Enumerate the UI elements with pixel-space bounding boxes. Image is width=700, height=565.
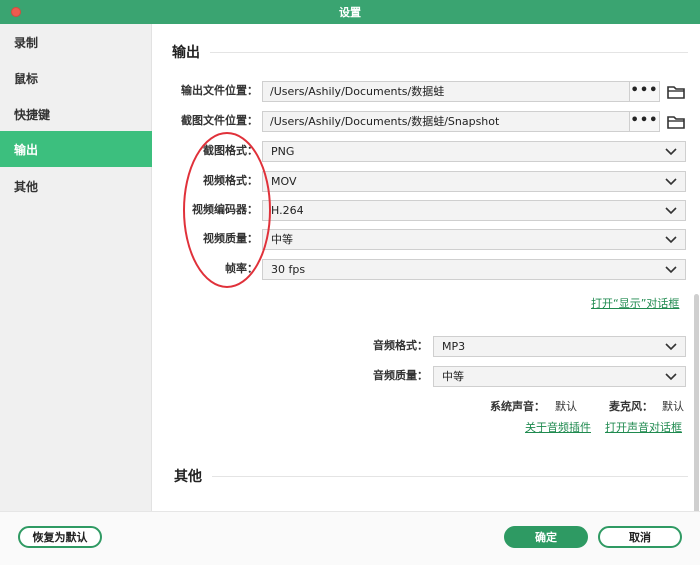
video-quality-label: 视频质量： — [203, 232, 258, 245]
snapshot-location-label: 截图文件位置： — [181, 114, 258, 127]
sidebar-item-shortcuts[interactable]: 快捷键 — [0, 96, 152, 132]
frame-rate-label: 帧率： — [225, 262, 258, 275]
video-codec-select[interactable]: H.264 — [262, 200, 686, 221]
close-window-button[interactable] — [11, 7, 21, 17]
audio-quality-select[interactable]: 中等 — [433, 366, 686, 387]
audio-format-label: 音频格式： — [373, 339, 428, 352]
about-audio-plugin-link[interactable]: 关于音频插件 — [525, 419, 591, 435]
screenshot-format-label: 截图格式： — [203, 144, 258, 157]
audio-quality-value: 中等 — [442, 370, 464, 383]
video-codec-value: H.264 — [271, 204, 304, 217]
cancel-button[interactable]: 取消 — [598, 526, 682, 548]
frame-rate-value: 30 fps — [271, 263, 306, 276]
section-divider — [212, 476, 688, 477]
sidebar-item-record[interactable]: 录制 — [0, 24, 152, 60]
snapshot-folder-icon[interactable] — [667, 115, 685, 129]
video-format-value: MOV — [271, 175, 297, 188]
system-sound-label: 系统声音： — [490, 400, 545, 413]
chevron-down-icon — [665, 373, 677, 381]
output-location-label: 输出文件位置： — [181, 84, 258, 97]
audio-format-value: MP3 — [442, 340, 466, 353]
output-folder-icon[interactable] — [667, 85, 685, 99]
sidebar-item-mouse[interactable]: 鼠标 — [0, 60, 152, 96]
open-sound-dialog-link[interactable]: 打开声音对话框 — [605, 419, 682, 435]
title-bar: 设置 — [0, 0, 700, 24]
settings-window: 设置 录制 鼠标 快捷键 输出 其他 输出 输出文件位置： /Users/Ash… — [0, 0, 700, 565]
microphone-label: 麦克风： — [609, 400, 653, 413]
video-format-label: 视频格式： — [203, 174, 258, 187]
reset-default-button[interactable]: 恢复为默认 — [18, 526, 102, 548]
snapshot-location-field[interactable]: /Users/Ashily/Documents/数据蛙/Snapshot — [262, 111, 630, 132]
audio-format-select[interactable]: MP3 — [433, 336, 686, 357]
screenshot-format-select[interactable]: PNG — [262, 141, 686, 162]
video-quality-value: 中等 — [271, 233, 293, 246]
microphone-value: 默认 — [662, 400, 684, 413]
window-title: 设置 — [339, 6, 361, 19]
chevron-down-icon — [665, 343, 677, 351]
audio-quality-label: 音频质量： — [373, 369, 428, 382]
chevron-down-icon — [665, 266, 677, 274]
sidebar-item-output[interactable]: 输出 — [0, 131, 152, 167]
system-sound-value: 默认 — [555, 400, 577, 413]
chevron-down-icon — [665, 178, 677, 186]
frame-rate-select[interactable]: 30 fps — [262, 259, 686, 280]
screenshot-format-value: PNG — [271, 145, 295, 158]
chevron-down-icon — [665, 236, 677, 244]
footer: 恢复为默认 确定 取消 — [0, 511, 700, 565]
video-format-select[interactable]: MOV — [262, 171, 686, 192]
open-display-dialog-link[interactable]: 打开“显示”对话框 — [591, 295, 679, 311]
sidebar: 录制 鼠标 快捷键 输出 其他 — [0, 24, 152, 511]
chevron-down-icon — [665, 148, 677, 156]
section-title-other: 其他 — [174, 469, 202, 485]
video-quality-select[interactable]: 中等 — [262, 229, 686, 250]
output-location-field[interactable]: /Users/Ashily/Documents/数据蛙 — [262, 81, 630, 102]
ok-button[interactable]: 确定 — [504, 526, 588, 548]
settings-content: 输出 输出文件位置： /Users/Ashily/Documents/数据蛙 •… — [152, 24, 700, 511]
chevron-down-icon — [665, 207, 677, 215]
snapshot-location-browse-button[interactable]: ••• — [629, 111, 660, 132]
output-location-browse-button[interactable]: ••• — [629, 81, 660, 102]
sidebar-item-other[interactable]: 其他 — [0, 168, 152, 204]
vertical-scrollbar[interactable] — [694, 294, 699, 511]
video-codec-label: 视频编码器： — [192, 203, 258, 216]
section-divider — [210, 52, 688, 53]
section-title-output: 输出 — [172, 45, 200, 61]
